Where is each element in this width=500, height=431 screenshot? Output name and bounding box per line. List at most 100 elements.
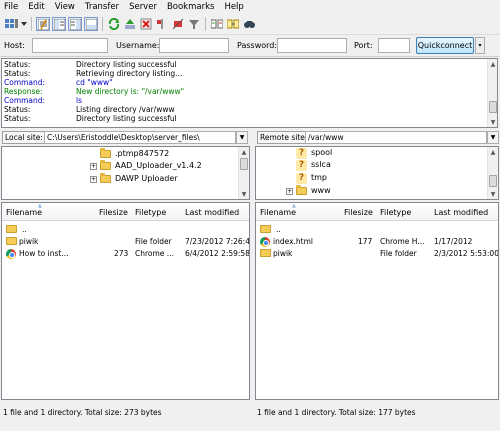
tree-item[interactable]: ? spool [296, 147, 332, 159]
remote-status: 1 file and 1 directory. Total size: 177 … [257, 408, 416, 417]
scroll-down-icon[interactable]: ▼ [239, 189, 249, 199]
column-header-filename[interactable]: Filename [6, 208, 42, 217]
log-row: Status: Listing directory /var/www [4, 105, 175, 114]
file-row[interactable]: How to inst... 273 Chrome ... 6/4/2012 2… [2, 248, 249, 260]
scroll-thumb[interactable] [489, 101, 497, 113]
local-path-input[interactable]: C:\Users\Eristoddle\Desktop\server_files… [44, 131, 236, 144]
menu-bookmarks[interactable]: Bookmarks [162, 2, 220, 12]
host-label: Host: [4, 41, 25, 50]
username-input[interactable] [159, 38, 229, 53]
process-queue-icon[interactable] [123, 17, 137, 31]
scroll-thumb[interactable] [240, 158, 248, 170]
tree-item[interactable]: .ptmp847572 [100, 148, 169, 160]
toggle-local-tree-icon[interactable] [52, 17, 66, 31]
tree-item[interactable]: ? sslca [296, 159, 331, 171]
column-header-last-modified[interactable]: Last modified [185, 208, 239, 217]
toggle-remote-tree-icon[interactable] [68, 17, 82, 31]
local-status: 1 file and 1 directory. Total size: 273 … [3, 408, 162, 417]
menu-help[interactable]: Help [219, 2, 248, 12]
column-header-last-modified[interactable]: Last modified [434, 208, 488, 217]
scroll-up-icon[interactable]: ▲ [239, 147, 249, 157]
port-label: Port: [354, 41, 373, 50]
menu-transfer[interactable]: Transfer [80, 2, 124, 12]
host-input[interactable] [32, 38, 108, 53]
local-tree: .ptmp847572 + AAD_Uploader_v1.4.2 + DAWP U… [1, 146, 250, 200]
compare-icon[interactable] [210, 17, 224, 31]
folder-icon [260, 249, 271, 257]
menu-view[interactable]: View [50, 2, 80, 12]
tree-item[interactable]: + AAD_Uploader_v1.4.2 [90, 160, 202, 172]
folder-icon [100, 148, 111, 158]
column-header-filetype[interactable]: Filetype [380, 208, 411, 217]
menu-server[interactable]: Server [124, 2, 162, 12]
file-row[interactable]: piwik File folder 7/23/2012 7:26:40 [2, 236, 249, 248]
port-input[interactable] [378, 38, 410, 53]
cancel-icon[interactable] [139, 17, 153, 31]
toolbar-separator [205, 17, 206, 31]
file-row[interactable]: .. [256, 224, 498, 236]
expand-icon[interactable]: + [286, 187, 293, 195]
tree-item[interactable]: ? tmp [296, 172, 327, 184]
message-log: Status: Directory listing successful Stat… [1, 58, 498, 128]
folder-icon [6, 225, 17, 233]
password-input[interactable] [277, 38, 347, 53]
folder-icon [260, 225, 271, 233]
folder-icon [100, 173, 111, 183]
local-site-bar: Local site: C:\Users\Eristoddle\Desktop\… [0, 130, 250, 146]
column-header-filetype[interactable]: Filetype [135, 208, 166, 217]
log-scrollbar[interactable]: ▲ ▼ [487, 59, 497, 127]
remote-file-header: ▲ Filename Filesize Filetype Last modifi… [256, 203, 498, 221]
expand-icon[interactable]: + [90, 175, 97, 183]
dir-filter-icon[interactable] [187, 17, 201, 31]
scroll-up-icon[interactable]: ▲ [488, 147, 498, 157]
expand-icon[interactable]: + [90, 162, 97, 170]
folder-icon [100, 160, 111, 170]
search-icon[interactable] [242, 17, 256, 31]
remote-path-input[interactable]: /var/www [305, 131, 487, 144]
scroll-up-icon[interactable]: ▲ [488, 59, 497, 69]
remote-site-label: Remote site: [257, 131, 311, 144]
refresh-icon[interactable] [107, 17, 121, 31]
unknown-folder-icon: ? [296, 147, 307, 159]
chevron-down-icon[interactable]: ▼ [236, 131, 248, 144]
folder-icon [296, 185, 307, 195]
log-row: Response: New directory is: "/var/www" [4, 87, 185, 96]
chevron-down-icon[interactable]: ▼ [487, 131, 499, 144]
toggle-queue-icon[interactable] [84, 17, 98, 31]
tree-item[interactable]: + www [286, 185, 331, 197]
remote-file-list: ▲ Filename Filesize Filetype Last modifi… [255, 202, 499, 400]
password-label: Password: [237, 41, 278, 50]
remote-tree: ? spool ? sslca ? tmp + www ▲ ▼ [255, 146, 499, 200]
dropdown-icon[interactable] [20, 17, 27, 31]
file-row[interactable]: index.html 177 Chrome H... 1/17/2012 [256, 236, 498, 248]
local-file-header: ▲ Filename Filesize Filetype Last modifi… [2, 203, 249, 221]
disconnect-icon[interactable] [155, 17, 169, 31]
quickconnect-button[interactable]: Quickconnect [416, 37, 474, 54]
toolbar-separator [31, 17, 32, 31]
toolbar [0, 14, 500, 35]
reconnect-icon[interactable] [171, 17, 185, 31]
column-header-filesize[interactable]: Filesize [344, 208, 373, 217]
local-file-list: ▲ Filename Filesize Filetype Last modifi… [1, 202, 250, 400]
scroll-down-icon[interactable]: ▼ [488, 117, 497, 127]
file-row[interactable]: .. [2, 224, 249, 236]
menu-file[interactable]: File [0, 2, 23, 12]
quickconnect-bar: Host: Username: Password: Port: Quickcon… [0, 35, 500, 57]
scroll-thumb[interactable] [489, 175, 497, 187]
remote-tree-scrollbar[interactable]: ▲ ▼ [487, 147, 498, 199]
remote-site-bar: Remote site: /var/www ▼ [255, 130, 500, 146]
quickconnect-dropdown[interactable]: ▾ [475, 37, 485, 54]
username-label: Username: [116, 41, 160, 50]
site-manager-icon[interactable] [4, 17, 18, 31]
toolbar-separator [102, 17, 103, 31]
scroll-down-icon[interactable]: ▼ [488, 189, 498, 199]
column-header-filename[interactable]: Filename [260, 208, 296, 217]
column-header-filesize[interactable]: Filesize [99, 208, 128, 217]
tree-item[interactable]: + DAWP Uploader [90, 173, 178, 185]
toggle-log-icon[interactable] [36, 17, 50, 31]
chrome-icon [260, 237, 270, 247]
sync-browse-icon[interactable] [226, 17, 240, 31]
local-tree-scrollbar[interactable]: ▲ ▼ [238, 147, 249, 199]
menu-edit[interactable]: Edit [23, 2, 49, 12]
file-row[interactable]: piwik File folder 2/3/2012 5:53:00 [256, 248, 498, 260]
